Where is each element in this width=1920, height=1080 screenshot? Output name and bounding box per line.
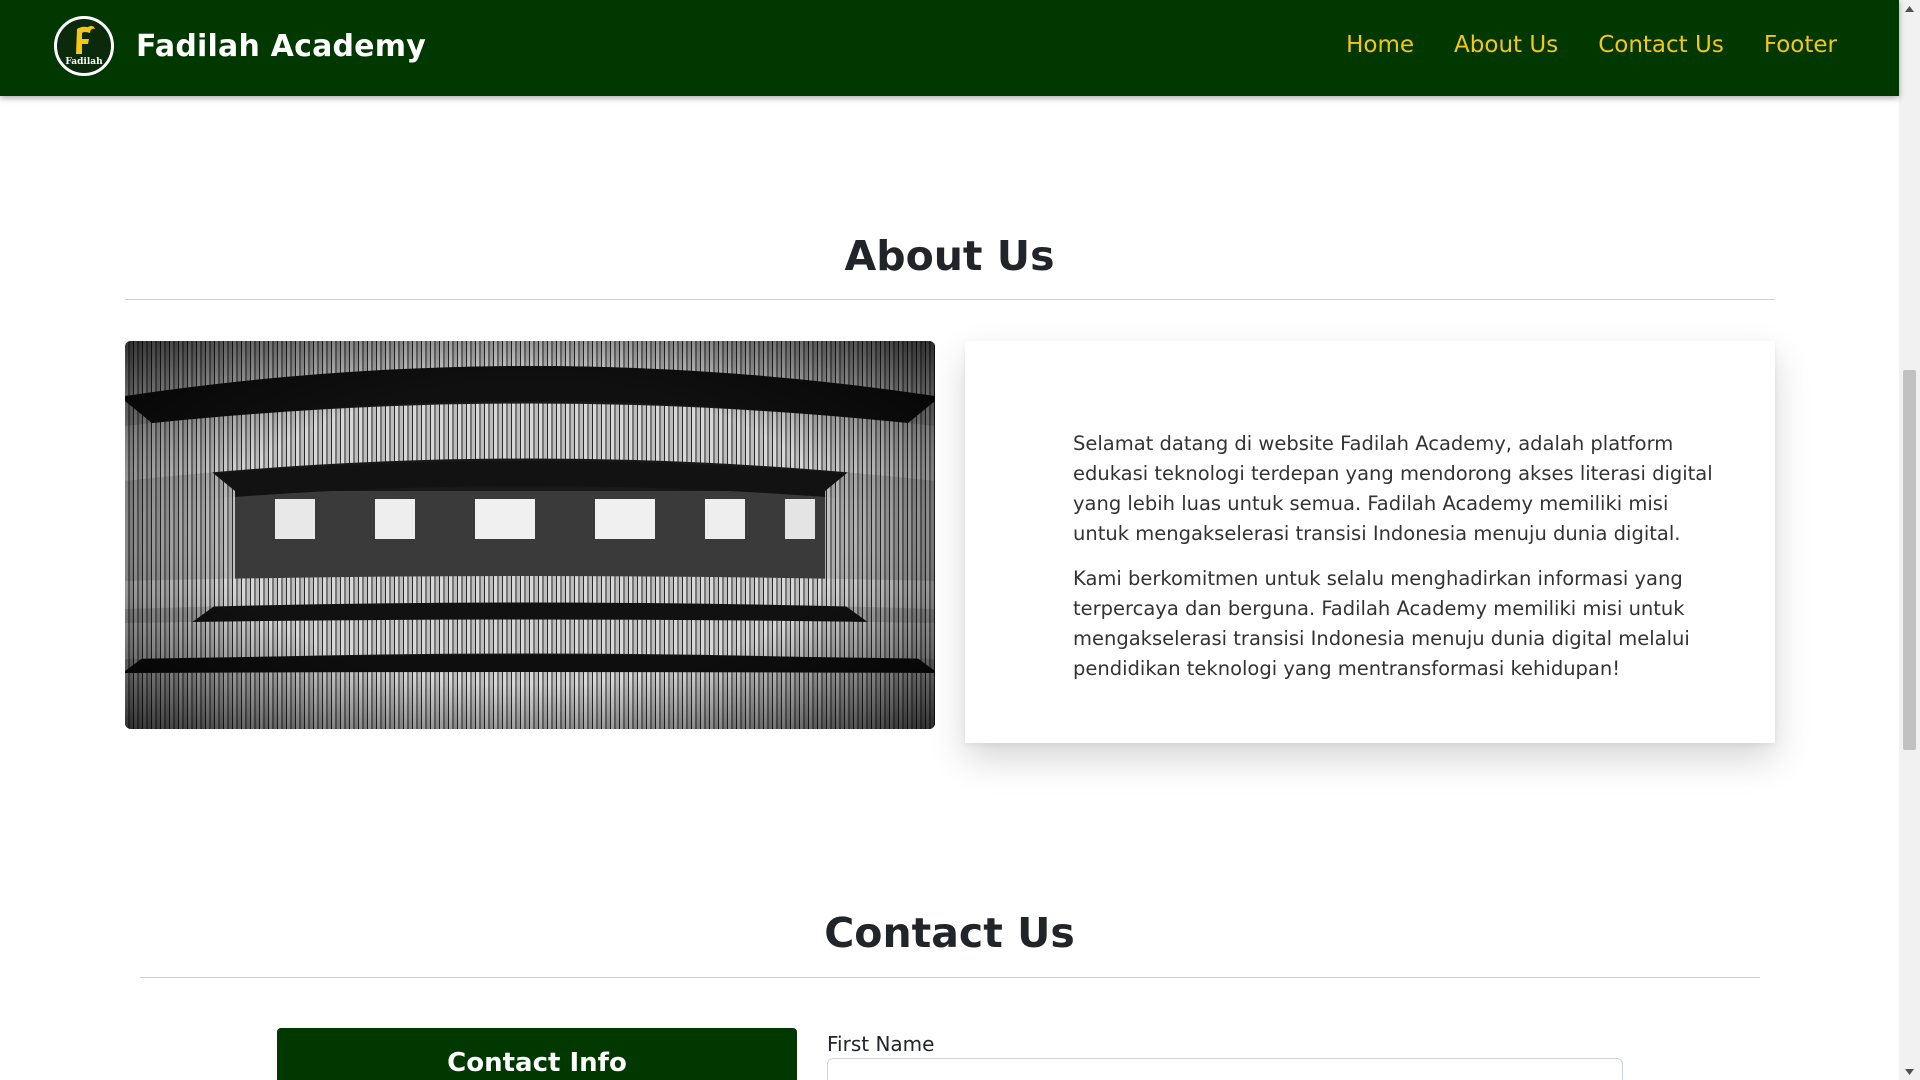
library-bookshelves-photo: [125, 341, 935, 729]
brand-link[interactable]: Fadilah Fadilah Academy: [54, 16, 426, 76]
contact-info-header: Contact Info: [277, 1028, 797, 1080]
nav-links: Home About Us Contact Us Footer: [1346, 32, 1837, 58]
about-title: About Us: [844, 232, 1055, 280]
contact-title: Contact Us: [824, 909, 1075, 957]
about-card: Selamat datang di website Fadilah Academ…: [965, 341, 1775, 743]
about-image: [125, 341, 935, 729]
first-name-label: First Name: [827, 1032, 935, 1056]
scroll-down-arrow-icon[interactable]: [1899, 1063, 1920, 1080]
page-scrollbar[interactable]: [1899, 0, 1920, 1080]
page: Fadilah Fadilah Academy Home About Us Co…: [0, 0, 1920, 1080]
about-divider: [125, 299, 1775, 300]
about-paragraph-1: Selamat datang di website Fadilah Academ…: [1073, 432, 1713, 545]
nav-link-contact-us[interactable]: Contact Us: [1598, 32, 1724, 58]
nav-link-home[interactable]: Home: [1346, 32, 1414, 58]
navbar: Fadilah Fadilah Academy Home About Us Co…: [0, 0, 1899, 96]
nav-link-about-us[interactable]: About Us: [1454, 32, 1558, 58]
about-paragraph-2: Kami berkomitmen untuk selalu menghadirk…: [1073, 567, 1690, 680]
scrollbar-thumb[interactable]: [1903, 370, 1916, 750]
fadilah-logo-icon: Fadilah: [54, 16, 114, 76]
brand-name: Fadilah Academy: [136, 28, 426, 64]
svg-text:Fadilah: Fadilah: [65, 57, 103, 67]
nav-link-footer[interactable]: Footer: [1764, 32, 1837, 58]
first-name-input[interactable]: [827, 1058, 1623, 1080]
contact-divider: [140, 977, 1760, 978]
scroll-up-arrow-icon[interactable]: [1899, 0, 1920, 17]
